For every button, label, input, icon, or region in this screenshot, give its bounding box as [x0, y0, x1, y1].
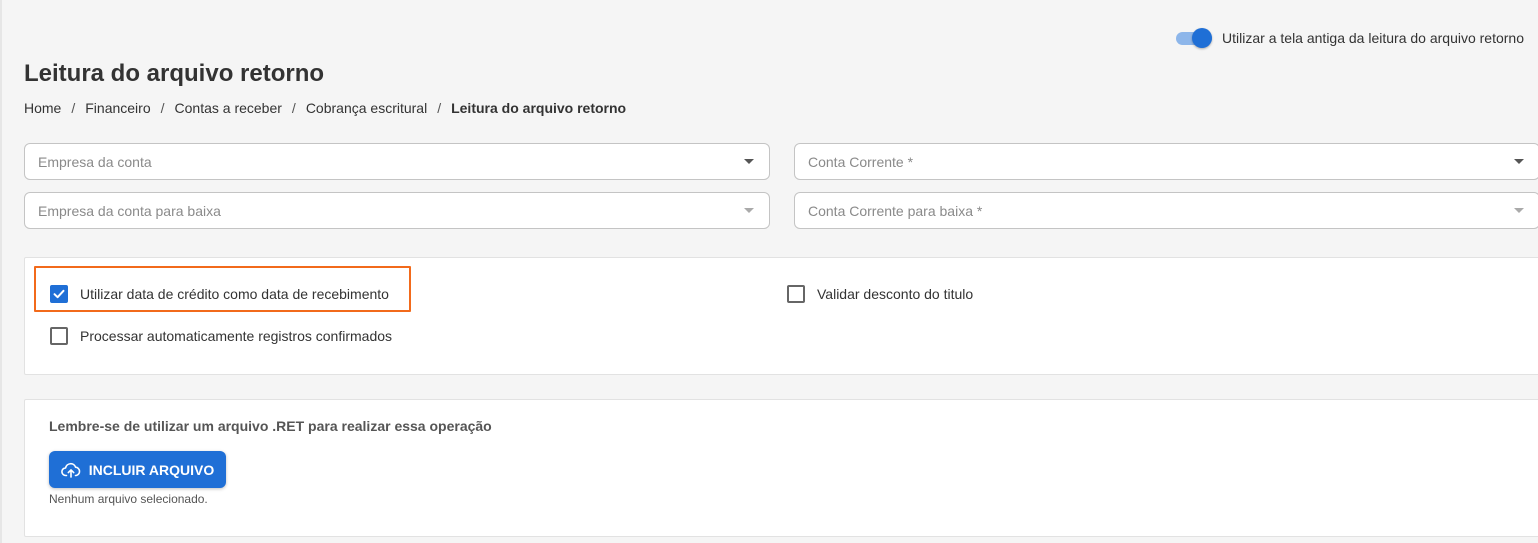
processar-auto-label: Processar automaticamente registros conf…	[80, 328, 393, 344]
breadcrumb-item-home[interactable]: Home	[24, 100, 61, 116]
empresa-conta-select[interactable]: Empresa da conta	[24, 143, 770, 180]
breadcrumb-item-contas-a-receber[interactable]: Contas a receber	[175, 100, 282, 116]
breadcrumb-separator: /	[160, 100, 165, 116]
cloud-upload-icon	[60, 462, 81, 478]
conta-corrente-baixa-select[interactable]: Conta Corrente para baixa *	[794, 192, 1538, 229]
data-credito-checkbox[interactable]	[50, 285, 68, 303]
processar-auto-checkbox[interactable]	[50, 327, 68, 345]
incluir-arquivo-button[interactable]: INCLUIR ARQUIVO	[49, 451, 226, 488]
left-edge-divider	[0, 0, 2, 543]
empresa-conta-placeholder: Empresa da conta	[38, 153, 152, 170]
old-screen-toggle-label: Utilizar a tela antiga da leitura do arq…	[1222, 30, 1524, 46]
old-screen-toggle[interactable]	[1176, 28, 1213, 48]
chevron-down-icon	[744, 208, 754, 213]
conta-corrente-placeholder: Conta Corrente *	[808, 153, 914, 170]
breadcrumb: Home / Financeiro / Contas a receber / C…	[24, 100, 626, 116]
old-screen-toggle-row: Utilizar a tela antiga da leitura do arq…	[1176, 28, 1524, 48]
chevron-down-icon	[744, 159, 754, 164]
breadcrumb-separator: /	[437, 100, 442, 116]
empresa-conta-baixa-placeholder: Empresa da conta para baixa	[38, 202, 221, 219]
breadcrumb-item-financeiro[interactable]: Financeiro	[85, 100, 150, 116]
validar-desconto-label: Validar desconto do titulo	[817, 286, 974, 302]
conta-corrente-baixa-placeholder: Conta Corrente para baixa *	[808, 202, 983, 219]
incluir-arquivo-label: INCLUIR ARQUIVO	[88, 461, 215, 478]
breadcrumb-separator: /	[71, 100, 76, 116]
page-title: Leitura do arquivo retorno	[24, 60, 325, 87]
upload-status: Nenhum arquivo selecionado.	[49, 492, 208, 506]
empresa-conta-baixa-select[interactable]: Empresa da conta para baixa	[24, 192, 770, 229]
conta-corrente-select[interactable]: Conta Corrente *	[794, 143, 1538, 180]
upload-hint: Lembre-se de utilizar um arquivo .RET pa…	[49, 418, 492, 434]
validar-desconto-checkbox[interactable]	[787, 285, 805, 303]
checkmark-icon	[53, 289, 65, 299]
options-panel	[24, 257, 1538, 375]
chevron-down-icon	[1514, 159, 1524, 164]
upload-panel: Lembre-se de utilizar um arquivo .RET pa…	[24, 399, 1538, 537]
data-credito-label: Utilizar data de crédito como data de re…	[80, 286, 389, 302]
chevron-down-icon	[1514, 208, 1524, 213]
breadcrumb-current: Leitura do arquivo retorno	[451, 100, 627, 116]
toggle-thumb	[1192, 28, 1213, 48]
validar-desconto-option[interactable]: Validar desconto do titulo	[787, 285, 973, 303]
breadcrumb-separator: /	[291, 100, 296, 116]
breadcrumb-item-cobranca-escritural[interactable]: Cobrança escritural	[306, 100, 427, 116]
data-credito-option[interactable]: Utilizar data de crédito como data de re…	[50, 285, 389, 303]
processar-auto-option[interactable]: Processar automaticamente registros conf…	[50, 327, 392, 345]
